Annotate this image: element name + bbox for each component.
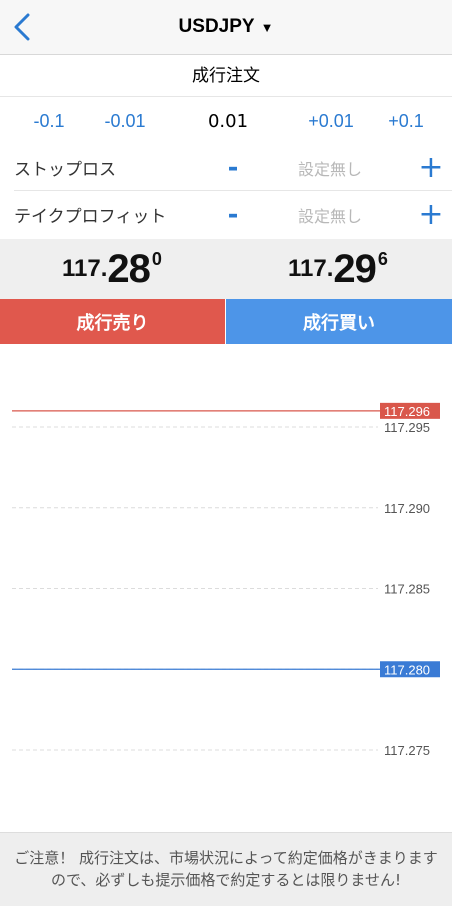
take-profit-minus-button[interactable]: - [222, 191, 244, 238]
lot-decrease-large-button[interactable]: -0.1 [14, 97, 84, 145]
price-tick-label: 117.285 [384, 582, 430, 597]
take-profit-value[interactable]: 設定無し [280, 191, 380, 238]
order-type-selector[interactable]: 成行注文 [0, 55, 452, 91]
ask-price-prefix: 117. [288, 255, 334, 282]
ask-price: 117. 29 6 [288, 239, 388, 299]
caret-down-icon: ▼ [260, 19, 274, 35]
order-screen: USDJPY ▼ 成行注文 -0.1 -0.01 0.01 +0.01 +0.1… [0, 0, 452, 906]
nav-bar: USDJPY ▼ [0, 0, 452, 55]
take-profit-row: テイクプロフィット - 設定無し + [0, 191, 452, 238]
stop-loss-label: ストップロス [14, 160, 116, 180]
lot-increase-small-button[interactable]: +0.01 [294, 97, 368, 145]
price-chart: 117.295 117.290 117.285 117.280 117.275 117.2… [12, 402, 440, 758]
price-tick-label: 117.275 [384, 743, 430, 758]
take-profit-plus-button[interactable]: + [416, 191, 446, 238]
lot-size-value[interactable]: 0.01 [188, 97, 268, 145]
symbol-label: USDJPY [178, 16, 255, 37]
bid-price-pip: 0 [151, 249, 162, 269]
chevron-left-icon [14, 13, 30, 41]
bid-price-main: 28 [107, 246, 150, 291]
price-area: 117. 28 0 117. 29 6 [0, 239, 452, 299]
take-profit-label: テイクプロフィット [14, 207, 167, 227]
ask-price-label: 117.296 [384, 404, 430, 419]
price-tick-label: 117.295 [384, 420, 430, 435]
ask-price-main: 29 [333, 246, 376, 291]
lot-size-row: -0.1 -0.01 0.01 +0.01 +0.1 [0, 96, 452, 145]
bid-price-label: 117.280 [384, 662, 430, 677]
symbol-selector[interactable]: USDJPY ▼ [179, 16, 274, 38]
lot-decrease-small-button[interactable]: -0.01 [90, 97, 160, 145]
stop-loss-value[interactable]: 設定無し [280, 144, 380, 191]
price-tick-label: 117.290 [384, 501, 430, 516]
market-sell-button[interactable]: 成行売り [0, 299, 225, 344]
bid-price-prefix: 117. [62, 255, 108, 282]
stop-loss-plus-button[interactable]: + [416, 144, 446, 191]
stop-loss-minus-button[interactable]: - [222, 144, 244, 191]
stop-loss-row: ストップロス - 設定無し + [0, 144, 452, 191]
market-order-notice: ご注意！ 成行注文は、市場状況によって約定価格がきまりますので、必ずしも提示価格… [0, 832, 452, 906]
ask-price-pip: 6 [377, 249, 388, 269]
market-buy-button[interactable]: 成行買い [226, 299, 452, 344]
lot-increase-large-button[interactable]: +0.1 [374, 97, 438, 145]
back-button[interactable] [8, 10, 36, 44]
bid-price: 117. 28 0 [62, 239, 162, 299]
